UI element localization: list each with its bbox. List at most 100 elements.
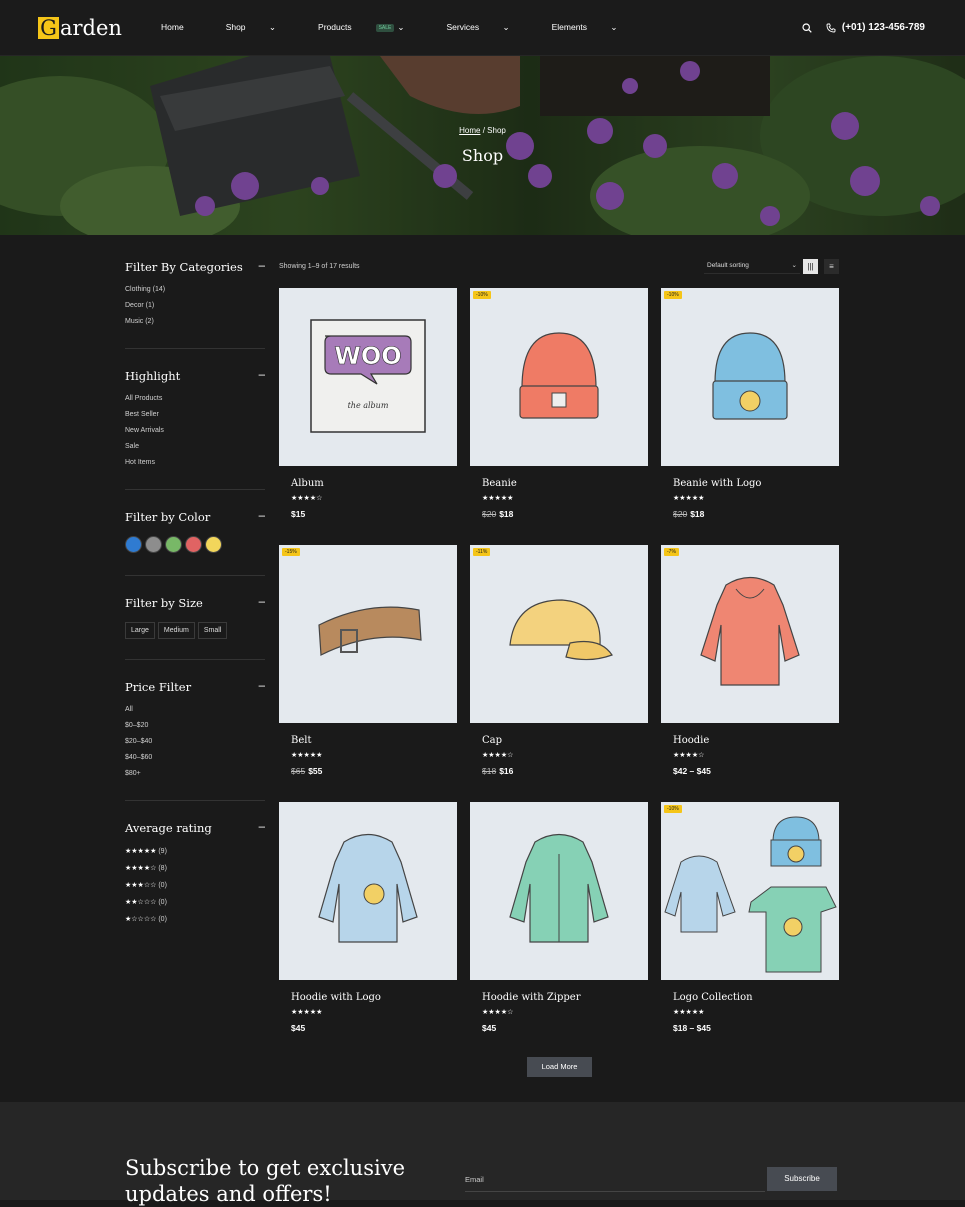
rating-item[interactable]: ★★☆☆☆ (0) [125, 898, 265, 906]
collapse-icon[interactable]: – [259, 596, 265, 610]
rating-item[interactable]: ★☆☆☆☆ (0) [125, 915, 265, 923]
product-image[interactable]: -7% [661, 545, 839, 723]
grid-view-button[interactable]: ||| [803, 259, 818, 274]
collapse-icon[interactable]: – [259, 260, 265, 274]
product-price: $20 $18 [482, 509, 648, 519]
highlight-item[interactable]: Sale [125, 443, 265, 450]
nav-services-label: Services [446, 22, 480, 32]
nav-home[interactable]: Home [161, 22, 205, 33]
product-card[interactable]: -7% Hoodie ★★★★☆ $42 – $45 [661, 545, 839, 780]
category-item[interactable]: Clothing (14) [125, 286, 265, 293]
product-card[interactable]: WOO the album Album ★★★★☆ $15 [279, 288, 457, 523]
nav-home-label: Home [161, 22, 184, 32]
product-name[interactable]: Hoodie with Zipper [482, 992, 648, 1003]
product-image[interactable]: -11% [470, 545, 648, 723]
product-image[interactable] [470, 802, 648, 980]
product-name[interactable]: Beanie [482, 478, 648, 489]
product-card[interactable]: -10% Beanie ★★★★★ $20 $18 [470, 288, 648, 523]
phone-link[interactable]: (+01) 123-456-789 [826, 22, 925, 33]
sale-badge: -11% [473, 548, 491, 556]
product-name[interactable]: Logo Collection [673, 992, 839, 1003]
product-name[interactable]: Hoodie [673, 735, 839, 746]
rating-item[interactable]: ★★★★★ (9) [125, 847, 265, 855]
color-swatch[interactable] [145, 536, 162, 553]
product-illustration [509, 833, 609, 943]
product-card[interactable]: Hoodie with Zipper ★★★★☆ $45 [470, 802, 648, 1037]
star-rating-icon: ★★☆☆☆ [125, 899, 157, 906]
color-swatch[interactable] [165, 536, 182, 553]
product-card[interactable]: Hoodie with Logo ★★★★★ $45 [279, 802, 457, 1037]
price-range-item[interactable]: $40–$60 [125, 754, 265, 761]
product-image[interactable]: -10% [661, 288, 839, 466]
subscribe-section: Subscribe to get exclusive updates and o… [0, 1102, 965, 1206]
current-price: $15 [291, 509, 306, 519]
breadcrumb-current: Shop [487, 126, 506, 135]
product-image[interactable] [279, 802, 457, 980]
widget-title[interactable]: Average rating – [125, 821, 265, 835]
size-option-small[interactable]: Small [197, 622, 228, 639]
price-range-item[interactable]: All [125, 706, 265, 713]
product-price: $18 $16 [482, 766, 648, 776]
category-item[interactable]: Decor (1) [125, 302, 265, 309]
breadcrumb-home[interactable]: Home [459, 126, 480, 135]
product-image[interactable]: -10% [470, 288, 648, 466]
color-swatch[interactable] [205, 536, 222, 553]
highlight-item[interactable]: Best Seller [125, 411, 265, 418]
collapse-icon[interactable]: – [259, 680, 265, 694]
sale-badge: -15% [282, 548, 300, 556]
sort-select[interactable]: Default sorting ⌄ [704, 258, 800, 274]
nav-shop[interactable]: Shop ⌄ [226, 22, 297, 33]
widget-title[interactable]: Filter By Categories – [125, 260, 265, 274]
star-rating-icon: ★★★★★ [673, 495, 705, 502]
rating-item[interactable]: ★★★☆☆ (0) [125, 881, 265, 889]
product-card[interactable]: -11% Cap ★★★★☆ $18 $16 [470, 545, 648, 780]
nav-products[interactable]: Products SALE ⌄ [318, 22, 425, 33]
widget-title[interactable]: Highlight – [125, 369, 265, 383]
logo[interactable]: Garden [38, 16, 122, 40]
product-image[interactable]: -10% [661, 802, 839, 980]
highlight-item[interactable]: New Arrivals [125, 427, 265, 434]
color-swatch[interactable] [125, 536, 142, 553]
collapse-icon[interactable]: – [259, 510, 265, 524]
highlight-item[interactable]: Hot Items [125, 459, 265, 466]
product-image[interactable]: WOO the album [279, 288, 457, 466]
star-rating-icon: ★★★★★ [673, 1009, 705, 1016]
main-nav: Home Shop ⌄ Products SALE ⌄ Services ⌄ Ele… [161, 22, 660, 33]
product-illustration [664, 816, 837, 973]
color-swatches [125, 536, 265, 553]
size-option-large[interactable]: Large [125, 622, 155, 639]
search-icon[interactable] [802, 22, 812, 33]
collapse-icon[interactable]: – [259, 821, 265, 835]
email-field[interactable]: Email [465, 1175, 484, 1184]
product-name[interactable]: Belt [291, 735, 457, 746]
product-name[interactable]: Beanie with Logo [673, 478, 839, 489]
category-item[interactable]: Music (2) [125, 318, 265, 325]
widget-title[interactable]: Filter by Size – [125, 596, 265, 610]
load-more-button[interactable]: Load More [527, 1057, 592, 1077]
list-view-button[interactable]: ≡ [824, 259, 839, 274]
chevron-down-icon: ⌄ [610, 22, 618, 32]
nav-services[interactable]: Services ⌄ [447, 22, 531, 33]
collapse-icon[interactable]: – [259, 369, 265, 383]
price-range-item[interactable]: $0–$20 [125, 722, 265, 729]
product-name[interactable]: Cap [482, 735, 648, 746]
product-name[interactable]: Hoodie with Logo [291, 992, 457, 1003]
product-card[interactable]: -15% Belt ★★★★★ $65 $55 [279, 545, 457, 780]
product-card[interactable]: -10% Logo Collection ★★★★★ $18 – $45 [661, 802, 839, 1037]
subscribe-button[interactable]: Subscribe [767, 1167, 837, 1191]
nav-shop-label: Shop [225, 22, 246, 32]
rating-item[interactable]: ★★★★☆ (8) [125, 864, 265, 872]
highlight-item[interactable]: All Products [125, 395, 265, 402]
color-swatch[interactable] [185, 536, 202, 553]
size-filter: Filter by Size – Large Medium Small [125, 596, 265, 660]
size-option-medium[interactable]: Medium [157, 622, 195, 639]
product-name[interactable]: Album [291, 478, 457, 489]
price-range-item[interactable]: $20–$40 [125, 738, 265, 745]
rating-count: (8) [158, 865, 167, 872]
widget-title[interactable]: Filter by Color – [125, 510, 265, 524]
product-image[interactable]: -15% [279, 545, 457, 723]
nav-elements[interactable]: Elements ⌄ [552, 22, 639, 33]
price-range-item[interactable]: $80+ [125, 770, 265, 777]
product-card[interactable]: -10% Beanie with Logo ★★★★★ $20 $18 [661, 288, 839, 523]
widget-title[interactable]: Price Filter – [125, 680, 265, 694]
